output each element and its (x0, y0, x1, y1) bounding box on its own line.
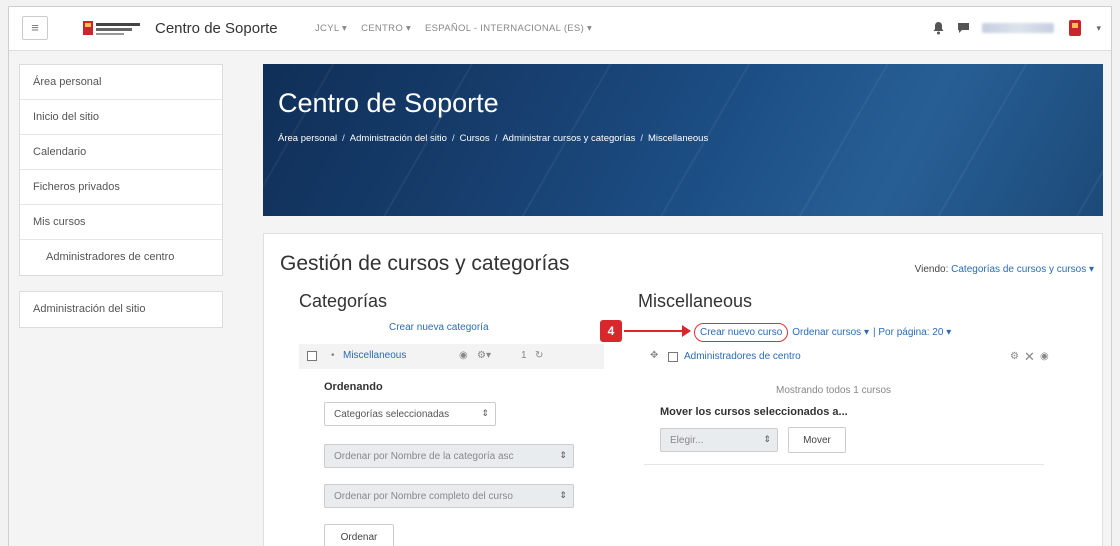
viewing-label: Viendo: (914, 264, 949, 275)
sidebar-item-admin-sitio[interactable]: Administración del sitio (20, 292, 222, 327)
sidebar-item-inicio[interactable]: Inicio del sitio (20, 100, 222, 135)
sidebar-item-mis-cursos[interactable]: Mis cursos (20, 205, 222, 240)
courses-heading: Miscellaneous (638, 291, 753, 311)
step-badge: 4 (600, 320, 622, 342)
sort-courses-link[interactable]: Ordenar cursos ▾ (792, 327, 869, 338)
breadcrumb-item[interactable]: Administración del sitio (350, 133, 447, 144)
admin-block: Administración del sitio (19, 291, 223, 328)
nav-block: Área personal Inicio del sitio Calendari… (19, 64, 223, 276)
category-name[interactable]: Miscellaneous (343, 350, 406, 361)
move-courses-label: Mover los cursos seleccionados a... (660, 406, 848, 418)
breadcrumb-item[interactable]: Cursos (460, 133, 490, 144)
user-avatar[interactable] (1066, 18, 1084, 38)
settings-icon[interactable]: ⚙ (1010, 351, 1019, 362)
top-menu: JCYL ▾ CENTRO ▾ ESPAÑOL - INTERNACIONAL … (315, 23, 592, 34)
menu-jcyl[interactable]: JCYL ▾ (315, 23, 347, 34)
course-actions: Crear nuevo curso Ordenar cursos ▾ | Por… (694, 323, 951, 342)
user-name[interactable] (982, 23, 1055, 33)
breadcrumb: Área personal / Administración del sitio /… (278, 133, 709, 144)
menu-centro[interactable]: CENTRO ▾ (361, 23, 411, 34)
sort-button[interactable]: Ordenar (324, 524, 394, 546)
per-page-link[interactable]: | Por página: 20 ▾ (873, 327, 951, 338)
sidebar-item-calendario[interactable]: Calendario (20, 135, 222, 170)
move-button[interactable]: Mover (788, 427, 846, 453)
annotation-arrow (624, 330, 684, 332)
categories-heading: Categorías (299, 291, 388, 311)
category-count: 1 (521, 350, 527, 361)
sort-scope-value: Categorías seleccionadas (334, 409, 450, 420)
gear-icon[interactable]: ⚙▾ (477, 350, 491, 361)
course-row[interactable]: ✥ Administradores de centro ⚙ ✕ ◉ (638, 347, 1052, 369)
content-card: Gestión de cursos y categorías Viendo: C… (263, 233, 1103, 546)
notifications-icon[interactable] (932, 21, 945, 35)
select-arrow-icon: ⇕ (559, 490, 567, 500)
breadcrumb-item[interactable]: Miscellaneous (648, 133, 708, 144)
delete-icon[interactable]: ✕ (1024, 349, 1035, 365)
divider (644, 464, 1044, 465)
bullet-icon: • (331, 350, 335, 361)
new-course-link[interactable]: Crear nuevo curso (694, 323, 789, 342)
select-arrow-icon: ⇕ (481, 408, 489, 418)
page-header: Centro de Soporte Área personal / Adminis… (263, 64, 1103, 216)
menu-icon[interactable]: ≡ (22, 16, 48, 40)
menu-language[interactable]: ESPAÑOL - INTERNACIONAL (ES) ▾ (425, 23, 592, 34)
select-arrow-icon: ⇕ (559, 450, 567, 460)
top-navbar: ≡ Centro de Soporte JCYL ▾ CENTRO ▾ ESPA… (9, 7, 1111, 51)
breadcrumb-item[interactable]: Administrar cursos y categorías (502, 133, 635, 144)
sidebar-item-area-personal[interactable]: Área personal (20, 65, 222, 100)
breadcrumb-item[interactable]: Área personal (278, 133, 337, 144)
eye-icon[interactable]: ◉ (459, 350, 468, 361)
category-checkbox[interactable] (307, 351, 317, 361)
select-arrow-icon: ⇕ (763, 434, 771, 444)
sort-by-course-value: Ordenar por Nombre completo del curso (334, 491, 513, 502)
annotation-arrow-head (682, 325, 691, 337)
page-header-title: Centro de Soporte (278, 88, 499, 118)
move-icon[interactable]: ✥ (650, 350, 658, 361)
sort-label: Ordenando (324, 381, 383, 393)
sidebar: Área personal Inicio del sitio Calendari… (19, 64, 223, 328)
page-title: Gestión de cursos y categorías (280, 252, 570, 275)
logo-junta[interactable] (83, 20, 145, 38)
sidebar-item-ficheros[interactable]: Ficheros privados (20, 170, 222, 205)
caret-down-icon[interactable]: ▾ (1096, 23, 1101, 34)
sort-by-category-value: Ordenar por Nombre de la categoría asc (334, 451, 514, 462)
viewing-selector: Viendo: Categorías de cursos y cursos ▾ (915, 264, 1094, 275)
course-name[interactable]: Administradores de centro (684, 351, 801, 362)
course-checkbox[interactable] (668, 352, 678, 362)
browser-frame: ≡ Centro de Soporte JCYL ▾ CENTRO ▾ ESPA… (8, 6, 1112, 546)
site-name[interactable]: Centro de Soporte (155, 20, 278, 37)
nav-right: ▾ (932, 18, 1101, 38)
refresh-icon[interactable]: ↻ (535, 350, 543, 361)
sort-scope-select[interactable]: Categorías seleccionadas ⇕ (324, 402, 496, 426)
eye-icon[interactable]: ◉ (1040, 351, 1049, 362)
category-row[interactable]: • Miscellaneous ◉ ⚙▾ 1 ↻ (299, 344, 604, 369)
courses-count: Mostrando todos 1 cursos (776, 385, 892, 396)
viewing-dropdown[interactable]: Categorías de cursos y cursos ▾ (951, 264, 1094, 275)
messages-icon[interactable] (957, 22, 970, 34)
sort-by-course-select[interactable]: Ordenar por Nombre completo del curso ⇕ (324, 484, 574, 508)
move-target-select[interactable]: Elegir... ⇕ (660, 428, 778, 452)
sidebar-item-administradores[interactable]: Administradores de centro (20, 240, 222, 275)
move-target-value: Elegir... (670, 435, 704, 446)
new-category-link[interactable]: Crear nueva categoría (389, 322, 489, 333)
sort-by-category-select[interactable]: Ordenar por Nombre de la categoría asc ⇕ (324, 444, 574, 468)
